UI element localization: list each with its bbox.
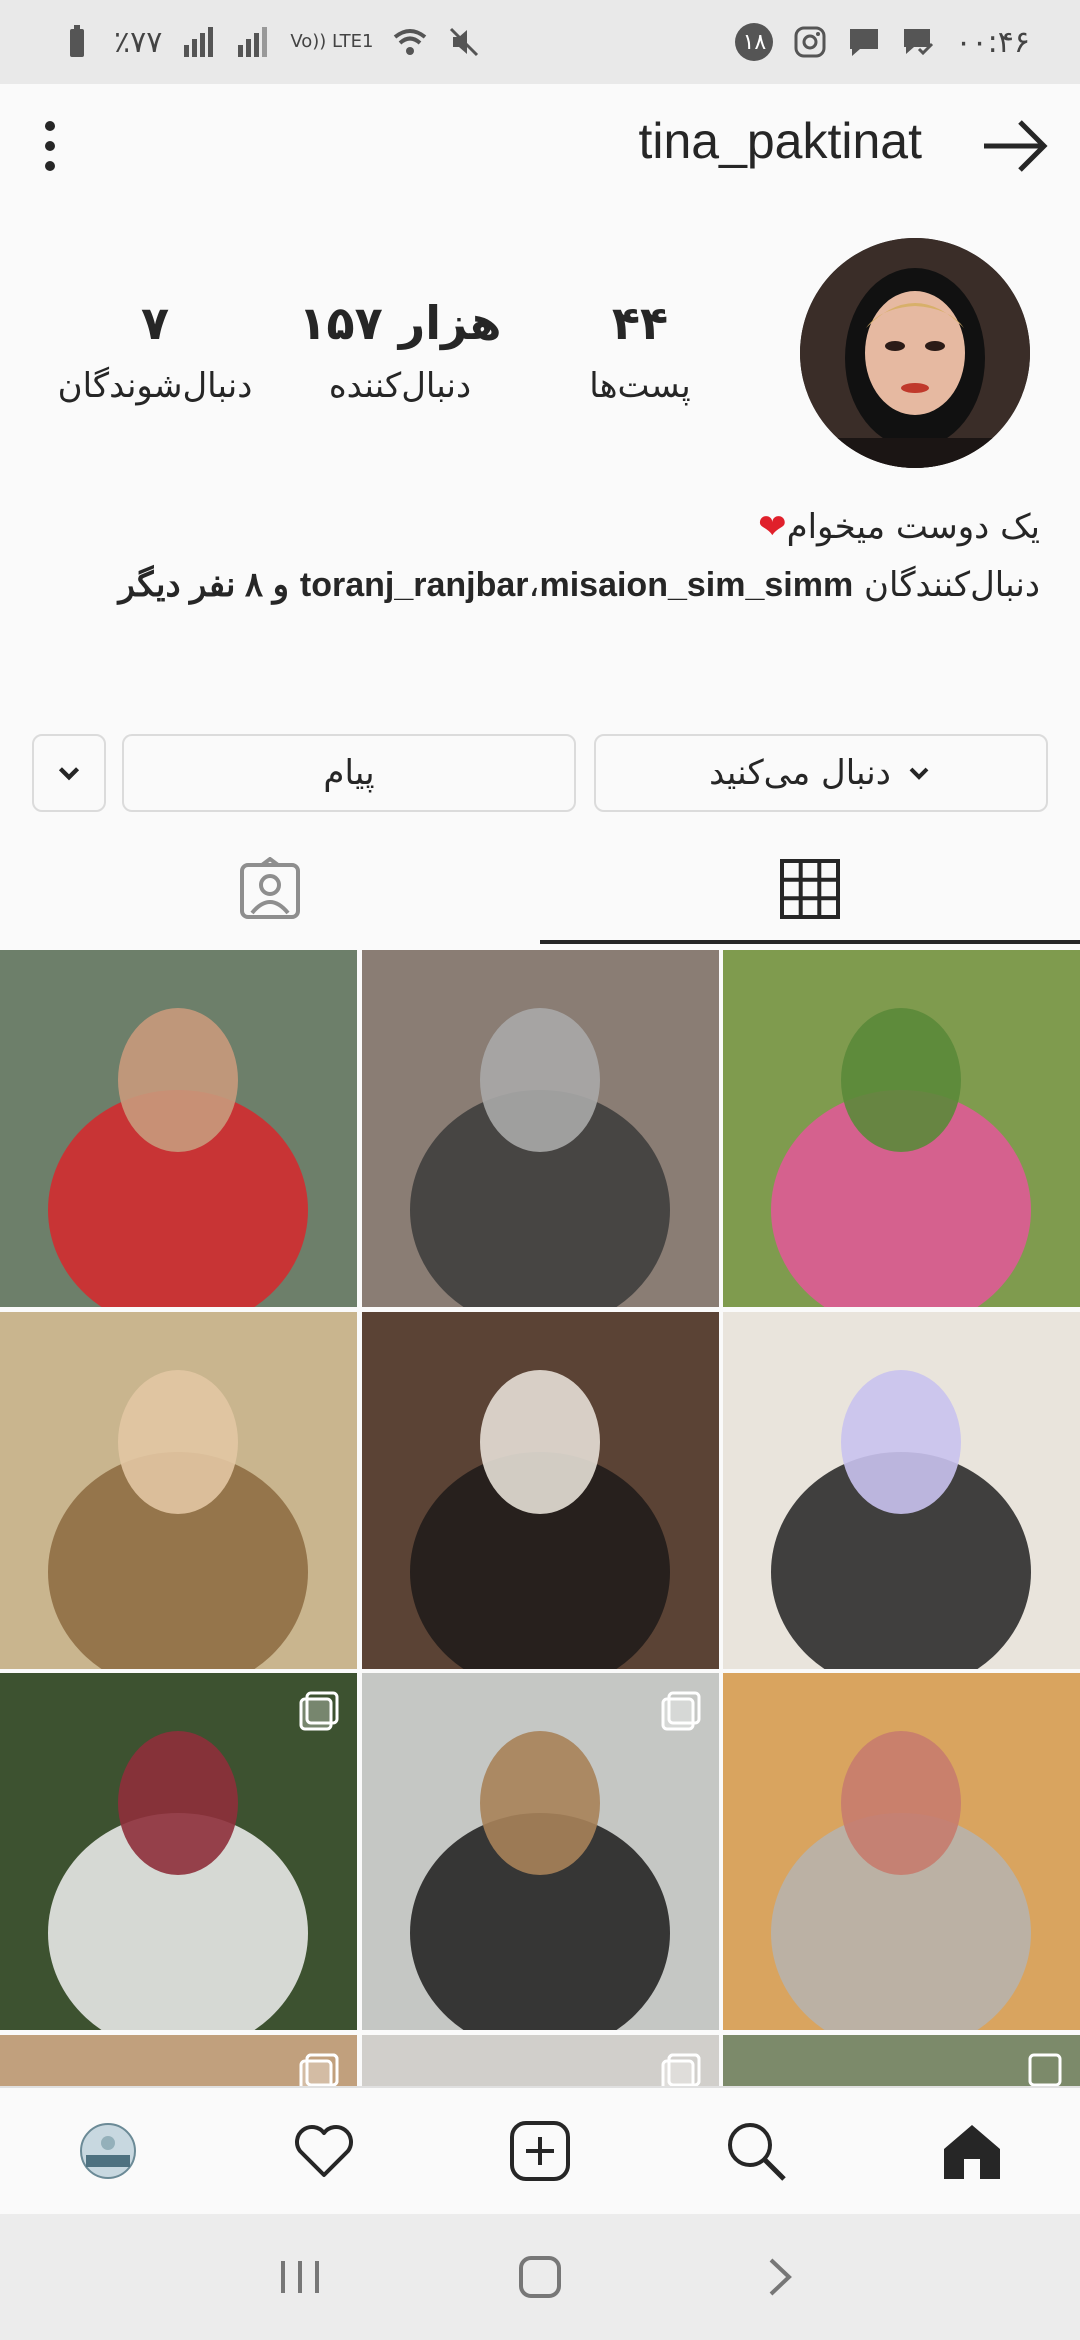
multiple-photos-icon [305,2053,339,2086]
network-label: Vo)) LTE1 [290,31,374,52]
followed-by-user-1[interactable]: toranj_ranjbar [300,566,529,604]
profile-header: tina_paktinat [0,84,1080,208]
nav-profile[interactable] [68,2111,148,2191]
post-thumbnail[interactable] [0,1311,357,1669]
following-label: دنبال می‌کنید [709,753,891,793]
post-image [723,1311,1080,1669]
followed-by-user-2[interactable]: misaion_sim_simm [539,566,853,604]
message-button[interactable]: پیام [122,734,576,812]
bottom-navigation [0,2086,1080,2214]
back-chevron-icon[interactable] [755,2252,805,2302]
multiple-photos-icon [1028,2053,1062,2086]
profile-username: tina_paktinat [638,113,922,169]
avatar-image [800,238,1030,468]
chevron-down-icon [58,767,80,781]
tab-grid[interactable] [540,834,1080,944]
signal-icon-2 [238,27,268,57]
post-thumbnail[interactable] [723,2034,1080,2086]
profile-avatar-icon [80,2123,136,2179]
post-thumbnail[interactable] [361,950,719,1307]
home-icon [944,2125,1000,2179]
status-bar-left: ٪۷۷ Vo)) LTE1 [60,25,481,60]
nav-activity[interactable] [284,2111,364,2191]
back-arrow-icon[interactable] [980,114,1050,178]
post-thumbnail[interactable] [361,1673,719,2030]
mute-icon [450,27,479,57]
posts-count: ۴۴ [611,296,669,350]
post-image [361,950,719,1307]
profile-bio: یک دوست میخوام❤ [40,498,1040,556]
heart-icon [295,2125,353,2177]
clock: ۰۰:۴۶ [955,24,1030,60]
following-button[interactable]: دنبال می‌کنید [594,734,1048,812]
notification-count-badge: ۱۸ [735,23,774,61]
post-image [0,950,357,1307]
post-thumbnail[interactable] [0,2034,357,2086]
message-icon [850,29,879,56]
multiple-photos-icon [661,1691,700,1731]
post-thumbnail[interactable] [723,1311,1080,1669]
profile-avatar[interactable] [800,238,1030,468]
post-image [723,1673,1080,2030]
message-label: پیام [323,753,375,793]
instagram-icon [794,26,826,58]
post-image [361,1311,719,1669]
add-post-icon [510,2121,570,2181]
nav-search[interactable] [716,2111,796,2191]
battery-percent: ٪۷۷ [114,24,163,60]
nav-home[interactable] [932,2111,1012,2191]
tagged-person-icon [240,857,300,919]
wifi-icon [394,29,427,55]
multiple-photos-icon [667,2053,700,2086]
post-thumbnail[interactable] [361,2034,719,2086]
active-tab-indicator [540,940,1080,944]
posts-label: پست‌ها [589,366,691,406]
suggested-accounts-button[interactable] [32,734,106,812]
chevron-down-icon [909,767,929,780]
multiple-photos-icon [299,1691,339,1731]
search-icon [728,2123,786,2181]
followers-label: دنبال‌کننده [328,366,472,406]
posts-grid [0,950,1080,2086]
stat-posts[interactable]: ۴۴ پست‌ها [565,296,715,406]
nav-create[interactable] [500,2111,580,2191]
recent-apps-icon[interactable] [275,2255,325,2299]
stat-followers[interactable]: ۱۵۷ هزار دنبال‌کننده [290,296,510,406]
bio-text: یک دوست میخوام [786,507,1040,547]
post-thumbnail[interactable] [723,950,1080,1307]
post-image [723,950,1080,1307]
home-button-icon[interactable] [515,2252,565,2302]
signal-icon [184,27,214,57]
tab-tagged[interactable] [0,834,540,944]
followed-by-separator: ، [528,565,540,605]
post-thumbnail[interactable] [723,1673,1080,2030]
following-count: ۷ [140,296,170,350]
post-thumbnail[interactable] [0,950,357,1307]
battery-icon [70,25,84,57]
stat-following[interactable]: ۷ دنبال‌شوندگان [40,296,270,406]
followers-count: ۱۵۷ هزار [298,296,502,350]
system-navigation [0,2214,1080,2340]
post-thumbnail[interactable] [361,1311,719,1669]
grid-icon [780,859,840,919]
more-options-icon[interactable] [30,114,70,178]
post-thumbnail[interactable] [0,1673,357,2030]
post-image [0,1311,357,1669]
followed-by-prefix: دنبال‌کنندگان [864,565,1040,605]
followed-by[interactable]: دنبال‌کنندگان toranj_ranjbar،misaion_sim… [40,556,1040,614]
profile-tabs [0,834,1080,944]
followed-by-suffix: و ۸ نفر دیگر [118,566,290,604]
chat-check-icon [904,29,934,56]
heart-emoji-icon: ❤ [758,507,787,547]
following-label: دنبال‌شوندگان [57,366,253,406]
status-bar-right: ۱۸ ۰۰:۴۶ [735,23,1030,61]
status-bar: ٪۷۷ Vo)) LTE1 ۱۸ ۰۰:۴۶ [0,0,1080,84]
